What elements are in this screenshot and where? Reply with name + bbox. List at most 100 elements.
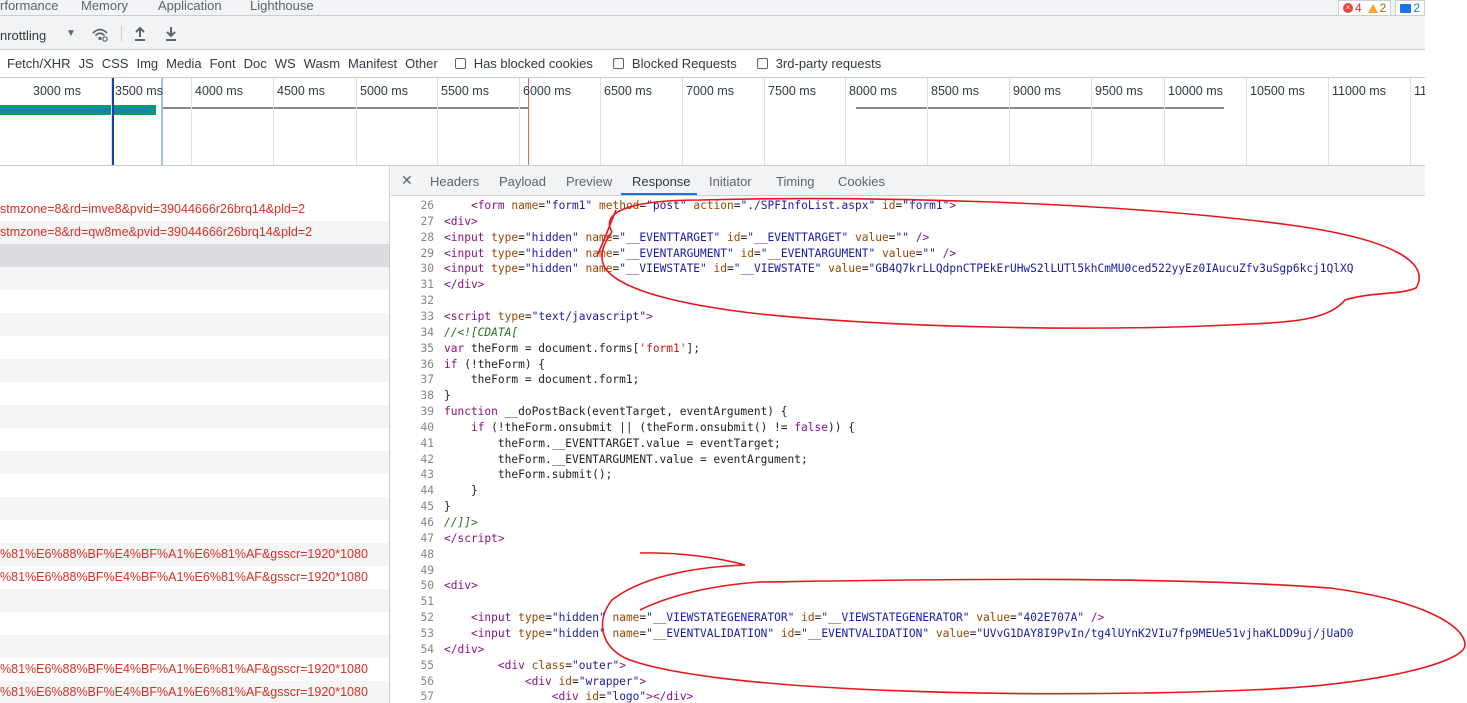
tab-lighthouse[interactable]: Lighthouse <box>250 0 314 13</box>
tab-payload[interactable]: Payload <box>499 174 546 189</box>
timeline-gridline <box>1164 78 1165 165</box>
request-row[interactable]: %81%E6%88%BF%E4%BF%A1%E6%81%AF&gsscr=192… <box>0 566 389 589</box>
network-conditions-icon[interactable] <box>91 25 109 43</box>
request-row[interactable]: %81%E6%88%BF%E4%BF%A1%E6%81%AF&gsscr=192… <box>0 658 389 681</box>
request-row[interactable] <box>0 635 389 658</box>
line-content: </div> <box>444 278 485 292</box>
request-row[interactable] <box>0 451 389 474</box>
timeline-overview[interactable]: 3000 ms 3500 ms 4000 ms 4500 ms 5000 ms 5500 … <box>0 78 1425 166</box>
request-row[interactable] <box>0 474 389 497</box>
request-row[interactable] <box>0 428 389 451</box>
has-blocked-cookies-checkbox[interactable]: Has blocked cookies <box>454 56 593 71</box>
timeline-tick-label: 9000 ms <box>1013 84 1061 98</box>
tab-preview[interactable]: Preview <box>566 174 612 189</box>
request-row[interactable] <box>0 589 389 612</box>
line-content: <div class="outer"> <box>497 658 626 672</box>
line-content: <div id="wrapper"> <box>524 674 647 688</box>
request-row[interactable] <box>0 359 389 382</box>
timeline-gridline <box>682 78 683 165</box>
filter-other[interactable]: Other <box>405 56 438 71</box>
request-row[interactable] <box>0 290 389 313</box>
tab-timing[interactable]: Timing <box>776 174 815 189</box>
filter-js[interactable]: JS <box>79 56 94 71</box>
tab-performance[interactable]: rformance <box>0 0 59 13</box>
source-line: 29 <input type="hidden" name="__EVENTARGU… <box>391 246 1425 262</box>
request-row[interactable] <box>0 405 389 428</box>
request-row[interactable] <box>0 612 389 635</box>
close-icon[interactable]: ✕ <box>401 172 413 189</box>
tab-memory[interactable]: Memory <box>81 0 128 13</box>
filter-wasm[interactable]: Wasm <box>304 56 340 71</box>
filter-manifest[interactable]: Manifest <box>348 56 397 71</box>
line-content: var theForm = document.forms['form1']; <box>444 341 700 355</box>
filter-media[interactable]: Media <box>166 56 201 71</box>
line-content: <input type="hidden" name="__EVENTVALIDA… <box>470 626 1354 640</box>
export-har-icon[interactable] <box>162 25 180 43</box>
tab-cookies[interactable]: Cookies <box>838 174 885 189</box>
line-content: theForm = document.form1; <box>444 373 640 387</box>
blocked-requests-checkbox[interactable]: Blocked Requests <box>612 56 737 71</box>
checkbox-box[interactable] <box>756 58 768 69</box>
source-line: 44 } <box>391 483 1425 499</box>
request-row[interactable]: %81%E6%88%BF%E4%BF%A1%E6%81%AF&gsscr=192… <box>0 543 389 566</box>
message-icon <box>1400 3 1412 13</box>
chevron-down-icon[interactable]: ▼ <box>66 28 76 39</box>
line-number: 47 <box>420 531 434 545</box>
filter-doc[interactable]: Doc <box>244 56 267 71</box>
third-party-requests-checkbox[interactable]: 3rd-party requests <box>756 56 881 71</box>
response-source-view[interactable]: 26 <form name="form1" method="post" acti… <box>391 196 1425 703</box>
request-row[interactable] <box>0 244 389 267</box>
request-row[interactable]: %81%E6%88%BF%E4%BF%A1%E6%81%AF&gsscr=192… <box>0 681 389 703</box>
line-content: <div id="logo"></div> <box>551 690 694 703</box>
filter-css[interactable]: CSS <box>102 56 129 71</box>
request-row[interactable] <box>0 313 389 336</box>
request-row[interactable] <box>0 336 389 359</box>
tab-headers[interactable]: Headers <box>430 174 479 189</box>
tab-response[interactable]: Response <box>632 174 691 189</box>
tab-initiator[interactable]: Initiator <box>709 174 752 189</box>
line-content: <div> <box>444 579 478 593</box>
messages-counter[interactable]: 2 <box>1395 0 1425 16</box>
tab-application[interactable]: Application <box>158 0 222 13</box>
timeline-tick-label: 5500 ms <box>441 84 489 98</box>
source-line: 38} <box>391 388 1425 404</box>
filter-fetch-xhr[interactable]: Fetch/XHR <box>7 56 71 71</box>
request-row[interactable] <box>0 267 389 290</box>
source-line: 42 theForm.__EVENTARGUMENT.value = event… <box>391 452 1425 468</box>
line-content: <input type="hidden" name="__EVENTTARGET… <box>444 230 930 244</box>
line-content: theForm.__EVENTARGUMENT.value = eventArg… <box>444 452 808 466</box>
source-line: 36 if (!theForm) { <box>391 357 1425 373</box>
line-number: 53 <box>420 626 434 640</box>
request-list[interactable]: stmzone=8&rd=imve8&pvid=39044666r26brq14… <box>0 166 390 703</box>
request-row[interactable]: stmzone=8&rd=imve8&pvid=39044666r26brq14… <box>0 198 389 221</box>
throttling-select[interactable]: nrottling <box>0 28 46 43</box>
line-number: 42 <box>420 452 434 466</box>
timeline-segment <box>856 107 1224 109</box>
request-row[interactable] <box>0 497 389 520</box>
line-number: 35 <box>420 341 434 355</box>
timeline-tick-label: 6500 ms <box>604 84 652 98</box>
error-counter[interactable]: × 4 2 <box>1337 0 1392 16</box>
line-number: 51 <box>420 595 434 609</box>
line-number: 44 <box>420 484 434 498</box>
timeline-tick-label: 10500 ms <box>1250 84 1305 98</box>
source-line: 50 <div> <box>391 578 1425 594</box>
checkbox-label: Blocked Requests <box>631 56 737 71</box>
request-row[interactable] <box>0 382 389 405</box>
filter-font[interactable]: Font <box>210 56 236 71</box>
request-row[interactable] <box>0 520 389 543</box>
filter-ws[interactable]: WS <box>275 56 296 71</box>
line-number: 28 <box>420 230 434 244</box>
timeline-tick-label: 5000 ms <box>360 84 408 98</box>
timeline-gridline <box>845 78 846 165</box>
checkbox-box[interactable] <box>612 58 624 69</box>
timeline-tick-label: 4000 ms <box>195 84 243 98</box>
timeline-gridline <box>519 78 520 165</box>
filter-img[interactable]: Img <box>136 56 158 71</box>
checkbox-box[interactable] <box>454 58 466 69</box>
source-line: 54 </div> <box>391 642 1425 658</box>
import-har-icon[interactable] <box>131 25 149 43</box>
line-content: //<![CDATA[ <box>444 325 519 339</box>
request-row[interactable]: stmzone=8&rd=qw8me&pvid=39044666r26brq14… <box>0 221 389 244</box>
source-line: 33 <script type="text/javascript"> <box>391 309 1425 325</box>
